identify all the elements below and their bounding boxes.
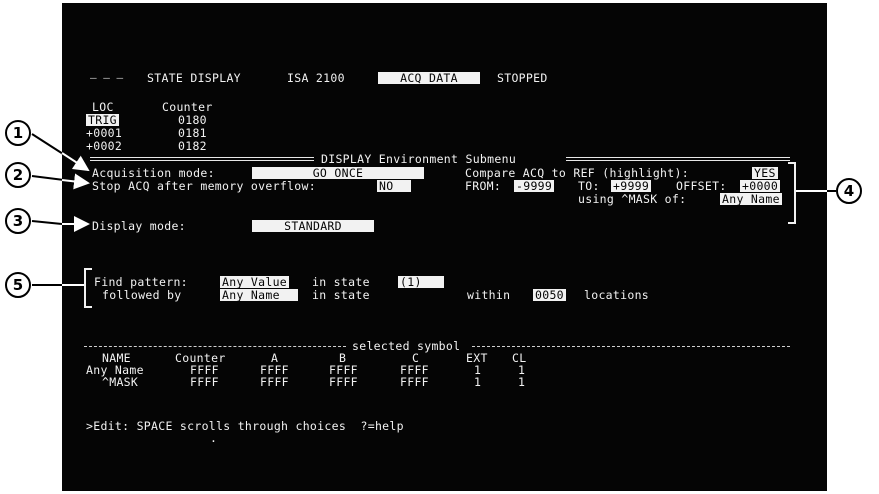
callout-1: 1 [5,120,31,146]
callout-3: 3 [5,208,31,234]
callout-5: 5 [5,272,31,298]
callout-leaders [31,133,836,286]
leader-1 [61,152,90,172]
callout-2: 2 [5,162,31,188]
leader-3-outer [31,220,63,225]
callout-4: 4 [836,178,862,204]
